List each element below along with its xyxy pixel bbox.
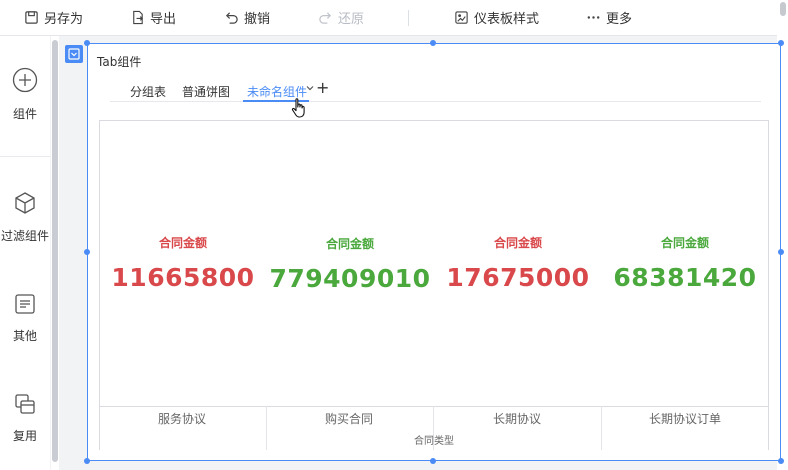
redo-icon — [319, 12, 332, 24]
export-button[interactable]: 导出 — [130, 0, 176, 35]
x-axis-category-label: 服务协议 — [157, 412, 206, 426]
sidebar-item-label: 复用 — [12, 429, 37, 443]
save-icon — [25, 11, 38, 24]
metric-label: 合同金额 — [660, 236, 709, 250]
metric-card: 合同金额 68381420 — [595, 234, 775, 292]
dropdown-box-icon — [68, 48, 80, 60]
resize-handle-left[interactable] — [84, 249, 90, 255]
save-as-button[interactable]: 另存为 — [24, 0, 83, 35]
metric-label: 合同金额 — [325, 237, 374, 251]
resize-handle-top[interactable] — [430, 40, 436, 46]
component-sidebar: 组件 过滤组件 其他 复用 — [0, 36, 50, 470]
toolbar: 另存为 导出 撤销 还原 仪表板样式 更多 — [0, 0, 788, 36]
dashboard-style-button[interactable]: 仪表板样式 — [454, 0, 539, 35]
reuse-icon — [15, 394, 35, 414]
resize-handle-top-right[interactable] — [778, 40, 784, 46]
save-as-label: 另存为 — [44, 12, 84, 27]
sidebar-item-other[interactable]: 其他 — [0, 293, 50, 344]
chevron-down-icon[interactable] — [306, 84, 314, 92]
sidebar-item-reuse[interactable]: 复用 — [0, 393, 50, 444]
category-separator — [266, 406, 267, 450]
hand-cursor-icon — [291, 98, 305, 118]
sidebar-item-components[interactable]: 组件 — [0, 67, 50, 122]
metric-label: 合同金额 — [493, 236, 542, 250]
widget-menu-button[interactable] — [65, 45, 83, 63]
metric-value: 17675000 — [446, 263, 590, 292]
resize-handle-right[interactable] — [778, 249, 784, 255]
document-icon — [15, 294, 35, 314]
x-axis-line — [99, 406, 769, 407]
x-axis-category-label: 长期协议 — [492, 412, 541, 426]
tab-bar: 分组表 普通饼图 未命名组件 — [110, 80, 761, 102]
metric-card: 合同金额 779409010 — [260, 235, 440, 293]
plus-circle-icon — [12, 67, 38, 93]
sidebar-divider — [0, 156, 50, 157]
add-tab-button[interactable]: + — [316, 80, 329, 96]
palette-icon — [455, 11, 468, 24]
more-icon — [587, 16, 600, 19]
undo-icon — [225, 12, 238, 24]
sidebar-item-label: 组件 — [12, 107, 37, 121]
undo-label: 撤销 — [244, 12, 271, 27]
metric-label: 合同金额 — [158, 236, 207, 250]
x-axis-category-label: 长期协议订单 — [648, 412, 721, 426]
sidebar-item-filter-components[interactable]: 过滤组件 — [0, 191, 50, 244]
canvas-scrollbar-thumb[interactable] — [780, 2, 786, 16]
toolbar-divider — [408, 10, 409, 26]
more-label: 更多 — [606, 12, 633, 27]
widget-title: Tab组件 — [97, 55, 142, 69]
resize-handle-top-left[interactable] — [84, 40, 90, 46]
x-axis-title: 合同类型 — [414, 436, 454, 447]
metric-card: 合同金额 17675000 — [428, 234, 608, 292]
redo-label: 还原 — [338, 12, 365, 27]
redo-button[interactable]: 还原 — [318, 0, 364, 35]
undo-button[interactable]: 撤销 — [224, 0, 270, 35]
resize-handle-bottom[interactable] — [430, 458, 436, 464]
export-label: 导出 — [150, 12, 177, 27]
tab-pie-chart[interactable]: 普通饼图 — [182, 83, 230, 100]
x-axis-category-label: 购买合同 — [324, 412, 373, 426]
metric-value: 779409010 — [269, 264, 431, 293]
sidebar-scrollbar-thumb[interactable] — [52, 40, 58, 462]
export-icon — [133, 10, 143, 25]
metric-value: 68381420 — [613, 263, 757, 292]
metric-card: 合同金额 11665800 — [93, 234, 273, 292]
category-separator — [601, 406, 602, 450]
more-button[interactable]: 更多 — [586, 0, 632, 35]
sidebar-item-label: 其他 — [12, 329, 37, 343]
resize-handle-bottom-right[interactable] — [778, 458, 784, 464]
cube-icon — [15, 192, 35, 214]
resize-handle-bottom-left[interactable] — [84, 458, 90, 464]
tab-group-table[interactable]: 分组表 — [130, 83, 166, 100]
sidebar-scrollbar[interactable] — [51, 36, 59, 470]
dashboard-style-label: 仪表板样式 — [474, 12, 540, 27]
sidebar-item-label: 过滤组件 — [0, 229, 49, 243]
metric-value: 11665800 — [111, 263, 255, 292]
